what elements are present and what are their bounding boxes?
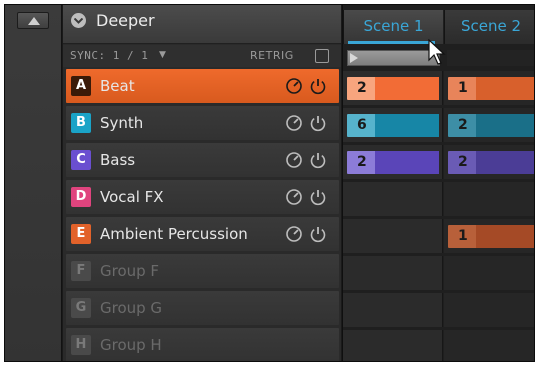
group-name: Bass (100, 151, 136, 169)
scene-cell[interactable] (444, 182, 534, 216)
pattern-clip[interactable]: 1 (448, 77, 534, 100)
group-row[interactable]: C Bass (66, 143, 339, 177)
group-name: Vocal FX (100, 188, 164, 206)
group-row[interactable]: G Group G (66, 291, 339, 325)
group-letter-badge: C (71, 150, 91, 170)
retrig-checkbox[interactable] (315, 49, 329, 63)
pattern-number: 2 (458, 117, 468, 133)
group-letter-badge: B (71, 113, 91, 133)
collapse-button[interactable] (17, 12, 49, 29)
power-icon[interactable] (309, 77, 327, 95)
scene-cell[interactable] (444, 330, 534, 361)
volume-knob-icon[interactable] (285, 225, 303, 243)
group-name: Ambient Percussion (100, 225, 248, 243)
group-controls (285, 188, 333, 206)
power-icon[interactable] (309, 151, 327, 169)
group-row[interactable]: H Group H (66, 328, 339, 361)
scene-playhead[interactable] (347, 50, 440, 66)
volume-knob-icon[interactable] (285, 114, 303, 132)
pattern-number: 2 (357, 154, 367, 170)
scene-cell[interactable]: 1 (444, 219, 534, 253)
group-letter-badge: F (71, 261, 91, 281)
volume-knob-icon[interactable] (285, 77, 303, 95)
group-letter-badge: A (71, 76, 91, 96)
project-header[interactable]: Deeper (63, 5, 341, 44)
group-name: Beat (100, 77, 135, 95)
mouse-cursor-icon (428, 39, 446, 65)
scene-column-2: 1 2 2 1 (444, 71, 534, 361)
pattern-number: 2 (458, 154, 468, 170)
pattern-clip[interactable]: 1 (448, 225, 534, 248)
triangle-up-icon (28, 17, 40, 25)
pattern-clip[interactable]: 2 (448, 114, 534, 137)
pattern-number: 6 (357, 117, 367, 133)
group-row[interactable]: B Synth (66, 106, 339, 140)
retrig-label: RETRIG (250, 49, 294, 62)
group-panel: Deeper SYNC: 1 / 1 ▼ RETRIG A Beat B Synth C… (63, 5, 341, 361)
group-name: Group H (100, 336, 162, 354)
group-letter-badge: E (71, 224, 91, 244)
scene-column-1: 2 6 2 (343, 71, 443, 361)
sync-selector[interactable]: SYNC: 1 / 1 (70, 49, 148, 62)
scene-cell[interactable] (343, 293, 443, 327)
pattern-clip[interactable]: 2 (347, 77, 439, 100)
group-name: Group F (100, 262, 160, 280)
tab-scene-2[interactable]: Scene 2 (444, 10, 534, 44)
scene-cell[interactable] (444, 293, 534, 327)
power-icon[interactable] (309, 114, 327, 132)
maschine-window: Deeper SYNC: 1 / 1 ▼ RETRIG A Beat B Synth C… (4, 4, 535, 362)
pattern-number: 1 (458, 228, 468, 244)
group-controls (285, 77, 333, 95)
scene-cell[interactable]: 6 (343, 108, 443, 142)
group-name: Synth (100, 114, 144, 132)
power-icon[interactable] (309, 225, 327, 243)
scene-cell[interactable]: 2 (444, 145, 534, 179)
group-row[interactable]: A Beat (66, 69, 339, 103)
power-icon[interactable] (309, 188, 327, 206)
group-controls (285, 151, 333, 169)
play-position-icon (350, 53, 358, 63)
group-row[interactable]: E Ambient Percussion (66, 217, 339, 251)
pattern-number: 1 (458, 80, 468, 96)
scene-cell[interactable] (343, 256, 443, 290)
dropdown-arrow-icon[interactable]: ▼ (159, 50, 166, 60)
group-letter-badge: D (71, 187, 91, 207)
scene-cell[interactable]: 2 (343, 145, 443, 179)
sync-bar: SYNC: 1 / 1 ▼ RETRIG (63, 45, 341, 67)
group-letter-badge: G (71, 298, 91, 318)
chevron-down-icon[interactable] (71, 13, 86, 28)
volume-knob-icon[interactable] (285, 151, 303, 169)
project-name: Deeper (96, 11, 155, 30)
pattern-number: 2 (357, 80, 367, 96)
scene-playhead-empty (447, 50, 534, 66)
scene-cell[interactable] (343, 182, 443, 216)
group-controls (285, 114, 333, 132)
scene-cell[interactable]: 1 (444, 71, 534, 105)
pattern-clip[interactable]: 6 (347, 114, 439, 137)
group-controls (285, 225, 333, 243)
scene-cell[interactable] (444, 256, 534, 290)
scene-cell[interactable] (343, 219, 443, 253)
group-list: A Beat B Synth C Bass D Vocal FX E Ambient Percus… (66, 69, 339, 361)
volume-knob-icon[interactable] (285, 188, 303, 206)
group-row[interactable]: F Group F (66, 254, 339, 288)
scene-cell[interactable]: 2 (444, 108, 534, 142)
pattern-clip[interactable]: 2 (347, 151, 439, 174)
scene-cell[interactable] (343, 330, 443, 361)
scene-cell[interactable]: 2 (343, 71, 443, 105)
group-name: Group G (100, 299, 163, 317)
group-row[interactable]: D Vocal FX (66, 180, 339, 214)
pattern-clip[interactable]: 2 (448, 151, 534, 174)
collapse-column (5, 5, 62, 361)
group-letter-badge: H (71, 335, 91, 355)
